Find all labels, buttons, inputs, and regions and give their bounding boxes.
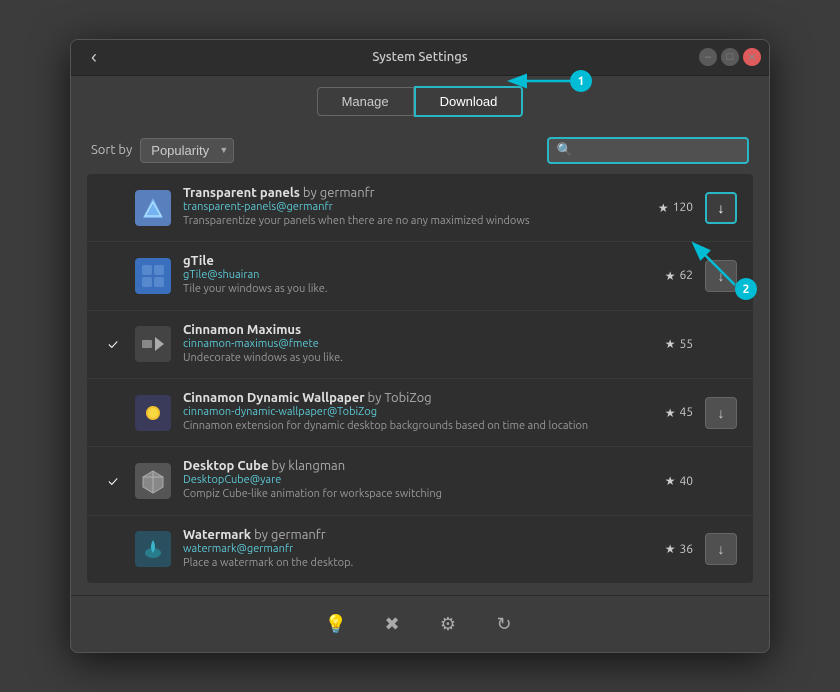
download-button[interactable]: ↓ [705, 397, 737, 429]
extension-info: Transparent panels by germanfrtransparen… [183, 186, 621, 229]
toolbar: Sort by Popularity Name Date 🔍 [71, 127, 769, 174]
extension-description: Transparentize your panels when there ar… [183, 214, 621, 229]
installed-check: ✓ [103, 473, 123, 489]
extension-icon [135, 190, 171, 226]
sort-section: Sort by Popularity Name Date [91, 138, 234, 163]
extension-author: by germanfr [251, 528, 326, 542]
tab-manage[interactable]: Manage [317, 87, 414, 116]
star-count: 36 [679, 543, 693, 556]
extension-name: gTile [183, 254, 621, 268]
download-placeholder [705, 328, 737, 360]
refresh-icon: ↻ [496, 614, 511, 635]
remove-button[interactable]: ✖ [376, 608, 408, 640]
sort-wrapper: Popularity Name Date [140, 138, 234, 163]
extension-identifier: gTile@shuairan [183, 269, 621, 281]
minimize-button[interactable]: – [699, 48, 717, 66]
close-circle-icon: ✖ [384, 614, 399, 635]
extension-info: gTilegTile@shuairanTile your windows as … [183, 254, 621, 297]
search-input[interactable] [579, 143, 739, 158]
extension-name: Watermark by germanfr [183, 528, 621, 542]
extension-icon [135, 258, 171, 294]
extension-identifier: cinnamon-dynamic-wallpaper@TobiZog [183, 406, 621, 418]
extension-name: Transparent panels by germanfr [183, 186, 621, 200]
extension-identifier: cinnamon-maximus@fmete [183, 338, 621, 350]
download-icon: ↓ [718, 200, 725, 216]
star-icon: ★ [665, 337, 676, 351]
extension-rating: ★62 [633, 269, 693, 283]
list-item: Transparent panels by germanfrtransparen… [87, 174, 753, 242]
extension-icon [135, 531, 171, 567]
star-icon: ★ [665, 474, 676, 488]
info-icon: 💡 [325, 614, 347, 635]
star-icon: ★ [658, 201, 669, 215]
list-item: Watermark by germanfrwatermark@germanfrP… [87, 516, 753, 583]
download-icon: ↓ [718, 405, 725, 421]
extension-description: Place a watermark on the desktop. [183, 556, 621, 571]
extension-rating: ★36 [633, 542, 693, 556]
star-icon: ★ [665, 406, 676, 420]
extension-info: Cinnamon Maximuscinnamon-maximus@fmeteUn… [183, 323, 621, 366]
extension-name: Desktop Cube by klangman [183, 459, 621, 473]
download-icon: ↓ [718, 541, 725, 557]
extension-icon [135, 326, 171, 362]
extension-info: Cinnamon Dynamic Wallpaper by TobiZogcin… [183, 391, 621, 434]
star-count: 120 [673, 201, 693, 214]
maximize-button[interactable]: □ [721, 48, 739, 66]
window-title: System Settings [372, 50, 467, 64]
extensions-list: Transparent panels by germanfrtransparen… [87, 174, 753, 583]
close-button[interactable]: ✕ [743, 48, 761, 66]
extension-name: Cinnamon Dynamic Wallpaper by TobiZog [183, 391, 621, 405]
star-icon: ★ [665, 269, 676, 283]
bottom-bar: 💡 ✖ ⚙ ↻ [71, 595, 769, 652]
extension-name: Cinnamon Maximus [183, 323, 621, 337]
search-icon: 🔍 [557, 143, 573, 158]
extension-info: Watermark by germanfrwatermark@germanfrP… [183, 528, 621, 571]
extension-author: by germanfr [300, 186, 375, 200]
star-icon: ★ [665, 542, 676, 556]
star-count: 40 [679, 475, 693, 488]
info-button[interactable]: 💡 [320, 608, 352, 640]
star-count: 45 [679, 406, 693, 419]
extension-identifier: transparent-panels@germanfr [183, 201, 621, 213]
titlebar: ‹ System Settings – □ ✕ [71, 40, 769, 76]
extension-description: Compiz Cube-like animation for workspace… [183, 487, 621, 502]
extension-rating: ★ 120 [633, 201, 693, 215]
download-icon: ↓ [718, 268, 725, 284]
main-window: ‹ System Settings – □ ✕ Manage Download … [70, 39, 770, 653]
list-item: Cinnamon Dynamic Wallpaper by TobiZogcin… [87, 379, 753, 447]
star-count: 55 [679, 338, 693, 351]
download-button[interactable]: ↓ [705, 533, 737, 565]
download-button[interactable]: ↓ [705, 260, 737, 292]
download-placeholder [705, 465, 737, 497]
extension-author: by klangman [268, 459, 345, 473]
extension-info: Desktop Cube by klangmanDesktopCube@yare… [183, 459, 621, 502]
search-box: 🔍 [547, 137, 749, 164]
extension-rating: ★55 [633, 337, 693, 351]
extension-identifier: watermark@germanfr [183, 543, 621, 555]
list-item: ✓ Desktop Cube by klangmanDesktopCube@yar… [87, 447, 753, 515]
extension-icon [135, 395, 171, 431]
settings-button[interactable]: ⚙ [432, 608, 464, 640]
extension-description: Undecorate windows as you like. [183, 351, 621, 366]
extension-rating: ★45 [633, 406, 693, 420]
extension-icon [135, 463, 171, 499]
extension-description: Tile your windows as you like. [183, 282, 621, 297]
sort-label: Sort by [91, 143, 132, 157]
nav-tabs: Manage Download [71, 76, 769, 127]
sort-select[interactable]: Popularity Name Date [140, 138, 234, 163]
download-button[interactable]: ↓ [705, 192, 737, 224]
list-item: ✓ Cinnamon Maximuscinnamon-maximus@fmeteU… [87, 311, 753, 379]
extension-rating: ★40 [633, 474, 693, 488]
refresh-button[interactable]: ↻ [488, 608, 520, 640]
back-button[interactable]: ‹ [83, 43, 105, 72]
extension-identifier: DesktopCube@yare [183, 474, 621, 486]
star-count: 62 [679, 269, 693, 282]
extension-description: Cinnamon extension for dynamic desktop b… [183, 419, 621, 434]
tab-download[interactable]: Download [414, 86, 524, 117]
extension-author: by TobiZog [365, 391, 432, 405]
list-item: gTilegTile@shuairanTile your windows as … [87, 242, 753, 310]
installed-check: ✓ [103, 336, 123, 352]
window-controls: – □ ✕ [699, 48, 761, 66]
gear-icon: ⚙ [440, 614, 456, 635]
